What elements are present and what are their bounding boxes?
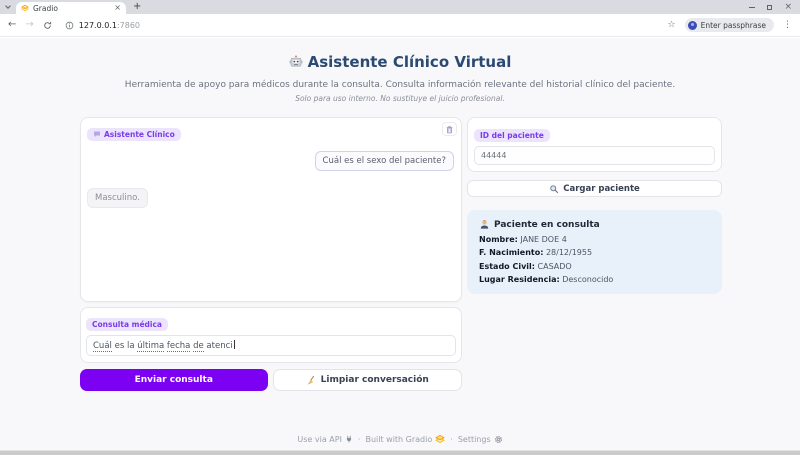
- page-title: Asistente Clínico Virtual: [289, 53, 511, 71]
- tab-title: Gradio: [33, 3, 58, 13]
- forward-button[interactable]: →: [25, 20, 33, 30]
- maximize-icon[interactable]: [767, 4, 773, 10]
- patient-card-title: Paciente en consulta: [479, 219, 710, 230]
- action-buttons: Enviar consulta Limpiar conversación: [80, 369, 462, 391]
- clear-conversation-button[interactable]: Limpiar conversación: [272, 369, 462, 391]
- browser-toolbar: ← → 127.0.0.1:7860 ☆ Enter passphrase ⋮: [0, 14, 800, 37]
- new-tab-button[interactable]: +: [133, 2, 141, 12]
- back-button[interactable]: ←: [8, 20, 16, 30]
- passphrase-icon: [687, 20, 697, 30]
- enter-passphrase-button[interactable]: Enter passphrase: [684, 18, 774, 32]
- clear-chat-button[interactable]: [442, 122, 457, 136]
- gradio-app: Asistente Clínico Virtual Herramienta de…: [0, 38, 800, 455]
- patient-field-nacimiento: F. Nacimiento: 28/12/1955: [479, 248, 593, 257]
- person-icon: [479, 219, 490, 230]
- chat-message-user: Cuál es el sexo del paciente?: [314, 151, 454, 171]
- built-with-gradio-link[interactable]: Built with Gradio: [365, 434, 446, 444]
- app-header: Asistente Clínico Virtual Herramienta de…: [0, 38, 800, 103]
- chat-bubble-icon: [93, 130, 101, 138]
- use-via-api-link[interactable]: Use via API: [297, 435, 353, 444]
- bookmark-star-icon[interactable]: ☆: [668, 20, 676, 30]
- settings-link[interactable]: Settings: [458, 435, 503, 444]
- text-caret: [233, 340, 235, 349]
- gear-icon: [494, 435, 503, 444]
- chatbot-panel: Asistente Clínico Cuál es el sexo del pa…: [80, 117, 462, 302]
- tab-strip: Gradio × + ×: [0, 0, 800, 14]
- site-info-icon[interactable]: [65, 21, 74, 30]
- patient-id-input[interactable]: 44444: [474, 146, 715, 165]
- chatbot-label: Asistente Clínico: [87, 127, 181, 141]
- broom-icon: [306, 375, 317, 386]
- patient-id-panel: ID del paciente 44444: [467, 117, 722, 172]
- query-label: Consulta médica: [86, 318, 168, 331]
- window-bottom-edge: [0, 450, 800, 455]
- load-patient-button[interactable]: Cargar paciente: [467, 180, 722, 197]
- patient-id-label: ID del paciente: [474, 129, 550, 142]
- patient-field-nombre: Nombre: JANE DOE 4: [479, 234, 567, 244]
- footer-separator: ·: [450, 434, 453, 444]
- gradio-footer: Use via API · Built with Gradio · Settin…: [0, 434, 800, 444]
- url-port: :7860: [116, 20, 141, 30]
- reload-button[interactable]: [43, 21, 52, 30]
- send-query-button[interactable]: Enviar consulta: [80, 369, 268, 391]
- magnifier-icon: [549, 184, 559, 194]
- query-textbox[interactable]: Cuál es la última fecha de atenci: [86, 335, 456, 356]
- window-controls: ×: [749, 2, 800, 12]
- minimize-icon[interactable]: [749, 6, 756, 8]
- chat-column: Asistente Clínico Cuál es el sexo del pa…: [80, 117, 462, 391]
- patient-field-estado-civil: Estado Civil: CASADO: [479, 261, 572, 271]
- address-bar[interactable]: 127.0.0.1:7860: [65, 21, 140, 30]
- patient-field-residencia: Lugar Residencia: Desconocido: [479, 275, 614, 284]
- gradio-logo-icon: [435, 434, 446, 444]
- app-disclaimer: Solo para uso interno. No sustituye el j…: [295, 94, 505, 103]
- chat-message-bot: Masculino.: [87, 188, 148, 208]
- url-text: 127.0.0.1:7860: [78, 20, 141, 30]
- robot-icon: [289, 55, 303, 69]
- query-panel: Consulta médica Cuál es la última fecha …: [80, 307, 462, 363]
- app-subtitle: Herramienta de apoyo para médicos durant…: [124, 80, 676, 90]
- main-content: Asistente Clínico Cuál es el sexo del pa…: [80, 117, 722, 391]
- browser-window: Gradio × + × ← → 127.0.0.1:7860 ☆ Enter …: [0, 0, 800, 455]
- close-icon[interactable]: ×: [784, 2, 792, 12]
- tab-close-icon[interactable]: ×: [114, 4, 121, 12]
- patient-column: ID del paciente 44444 Cargar paciente Pa…: [467, 117, 722, 391]
- plug-icon: [345, 435, 353, 443]
- chevron-down-icon: [5, 3, 11, 9]
- patient-info-card: Paciente en consulta Nombre: JANE DOE 4 …: [467, 210, 722, 294]
- footer-separator: ·: [357, 434, 361, 444]
- browser-menu-icon[interactable]: ⋮: [783, 20, 792, 30]
- browser-tab-gradio[interactable]: Gradio ×: [16, 2, 126, 14]
- gradio-favicon-icon: [21, 4, 29, 12]
- tab-search-button[interactable]: [0, 3, 16, 9]
- trash-icon: [445, 125, 454, 134]
